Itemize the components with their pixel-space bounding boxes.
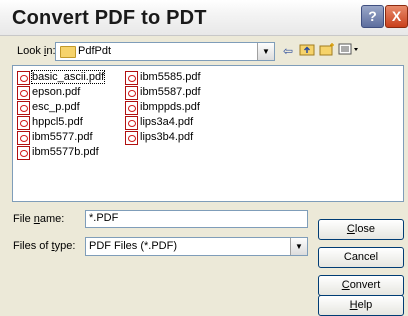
file-item[interactable]: hppcl5.pdf <box>17 115 104 130</box>
file-name-value: *.PDF <box>89 212 119 224</box>
file-name-text: ibm5577b.pdf <box>32 146 99 158</box>
title-bar[interactable]: Convert PDF to PDT ? X <box>0 0 408 36</box>
look-in-label: Look in: <box>17 45 56 57</box>
close-title-button[interactable]: X <box>385 5 408 28</box>
file-list[interactable]: basic_ascii.pdf epson.pdf esc_p.pdf hppcl5.… <box>12 65 404 202</box>
new-folder-icon[interactable] <box>318 42 336 60</box>
file-item[interactable]: ibmppds.pdf <box>125 100 201 115</box>
file-name-text: basic_ascii.pdf <box>30 70 106 84</box>
up-folder-icon[interactable] <box>298 42 316 60</box>
pdf-file-icon <box>125 101 138 115</box>
file-item[interactable]: ibm5585.pdf <box>125 70 201 85</box>
help-title-button[interactable]: ? <box>361 5 384 28</box>
pdf-file-icon <box>17 101 30 115</box>
look-in-value: PdfPdt <box>78 45 112 57</box>
pdf-file-icon <box>17 116 30 130</box>
pdf-file-icon <box>125 116 138 130</box>
file-item[interactable]: lips3a4.pdf <box>125 115 201 130</box>
file-name-label: File name: <box>13 213 65 225</box>
file-item[interactable]: ibm5577b.pdf <box>17 145 104 160</box>
file-column-2: ibm5585.pdf ibm5587.pdf ibmppds.pdf lips3a4… <box>125 70 201 145</box>
file-name-text: esc_p.pdf <box>32 101 80 113</box>
files-of-type-label: Files of type: <box>13 240 76 252</box>
help-button[interactable]: Help <box>318 295 404 316</box>
file-item[interactable]: esc_p.pdf <box>17 100 104 115</box>
folder-icon <box>60 46 76 58</box>
chevron-down-icon[interactable]: ▼ <box>290 238 307 255</box>
files-of-type-select[interactable]: PDF Files (*.PDF) ▼ <box>85 237 308 256</box>
cancel-button[interactable]: Cancel <box>318 247 404 268</box>
file-item[interactable]: basic_ascii.pdf <box>17 70 106 85</box>
files-of-type-value: PDF Files (*.PDF) <box>89 240 177 252</box>
convert-button[interactable]: Convert <box>318 275 404 296</box>
chevron-down-icon[interactable]: ▼ <box>257 43 274 60</box>
file-item[interactable]: ibm5587.pdf <box>125 85 201 100</box>
file-item[interactable]: ibm5577.pdf <box>17 130 104 145</box>
file-item[interactable]: lips3b4.pdf <box>125 130 201 145</box>
look-in-combo[interactable]: PdfPdt ▼ <box>55 42 275 61</box>
file-name-text: hppcl5.pdf <box>32 116 83 128</box>
file-name-text: ibm5577.pdf <box>32 131 93 143</box>
convert-dialog: Convert PDF to PDT ? X Look in: PdfPdt ▼… <box>0 0 408 316</box>
file-name-input[interactable]: *.PDF <box>85 210 308 228</box>
pdf-file-icon <box>17 146 30 160</box>
file-name-text: lips3a4.pdf <box>140 116 194 128</box>
pdf-file-icon <box>125 86 138 100</box>
close-button[interactable]: Close <box>318 219 404 240</box>
file-name-text: epson.pdf <box>32 86 81 98</box>
file-name-text: ibm5585.pdf <box>140 71 201 83</box>
pdf-file-icon <box>125 131 138 145</box>
view-menu-icon[interactable] <box>337 42 361 60</box>
pdf-file-icon <box>17 86 30 100</box>
pdf-file-icon <box>125 71 138 85</box>
pdf-file-icon <box>17 71 30 85</box>
window-title: Convert PDF to PDT <box>12 7 207 29</box>
file-name-text: lips3b4.pdf <box>140 131 194 143</box>
file-name-text: ibm5587.pdf <box>140 86 201 98</box>
pdf-file-icon <box>17 131 30 145</box>
file-column-1: basic_ascii.pdf epson.pdf esc_p.pdf hppcl5.… <box>17 70 106 160</box>
back-arrow-icon[interactable]: ⇦ <box>279 42 297 60</box>
file-name-text: ibmppds.pdf <box>140 101 200 113</box>
file-item[interactable]: epson.pdf <box>17 85 104 100</box>
